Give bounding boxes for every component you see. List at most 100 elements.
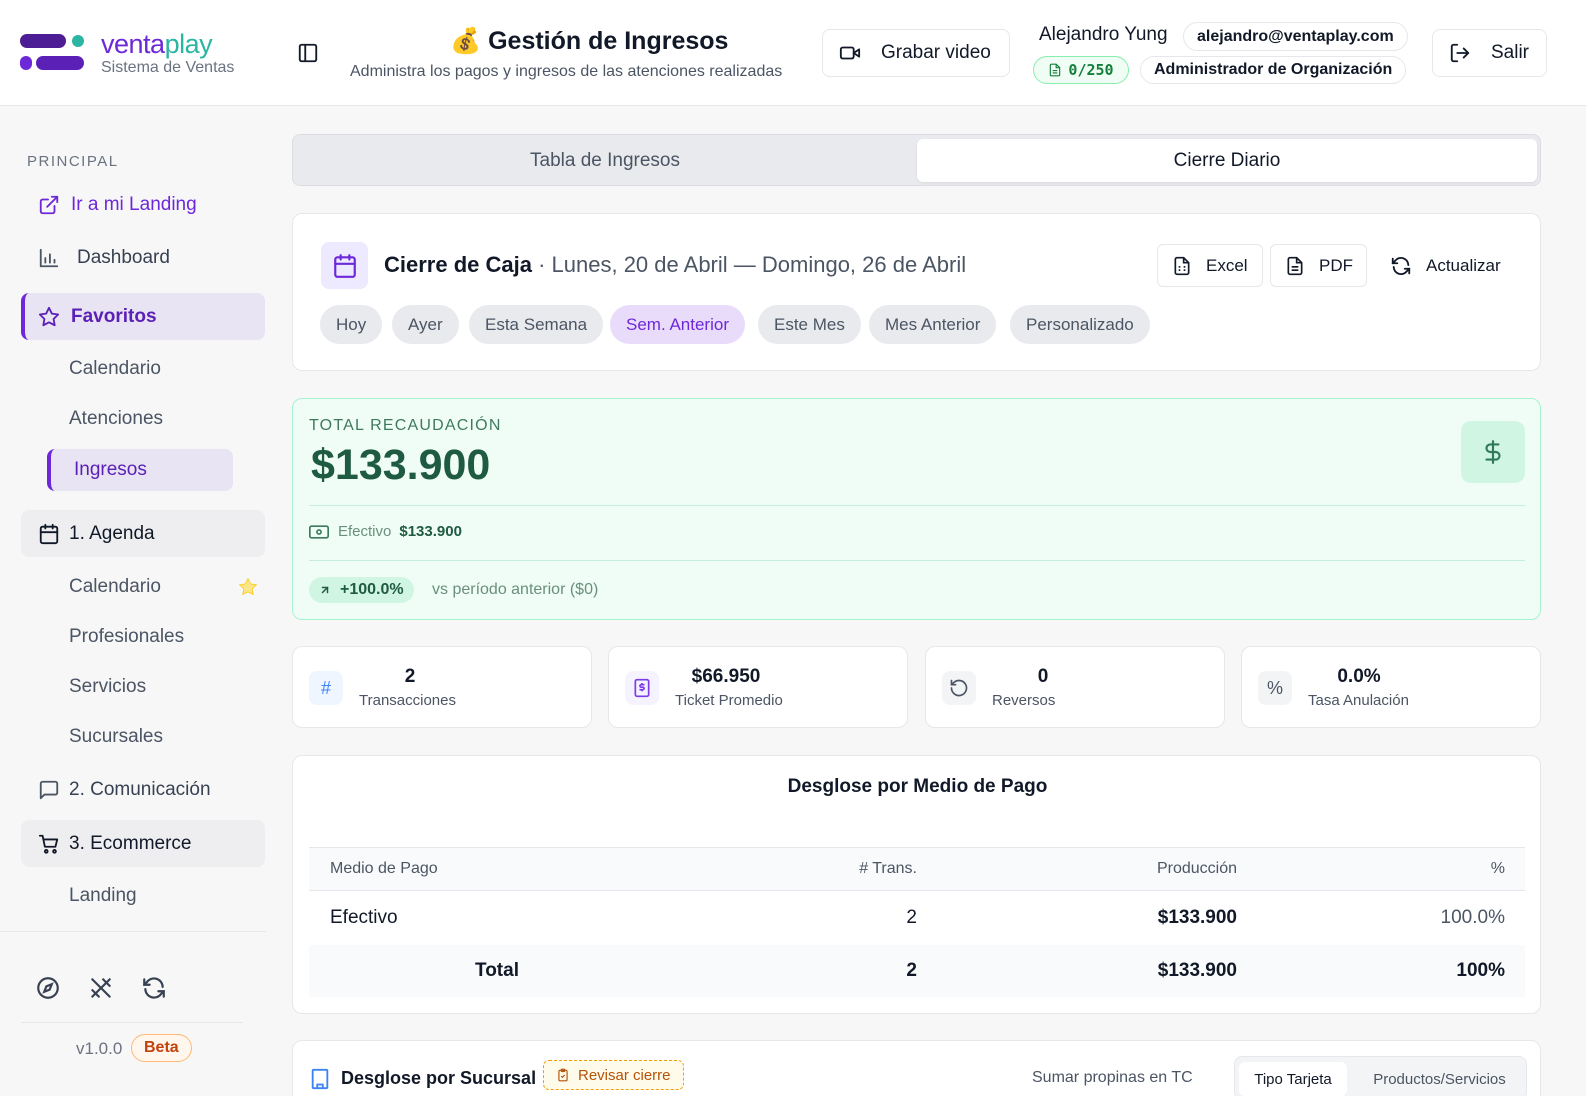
undo-icon: [942, 671, 976, 705]
refresh-icon[interactable]: [141, 975, 167, 1001]
quota-badge: 0/250: [1033, 56, 1129, 84]
payment-table: Medio de Pago # Trans. Producción % Efec…: [309, 847, 1525, 997]
sidebar-toggle-icon[interactable]: [297, 42, 319, 64]
sidebar-item-ecommerce[interactable]: 3. Ecommerce: [21, 820, 265, 867]
cash-label: Efectivo: [338, 523, 392, 540]
filter-esta-semana[interactable]: Esta Semana: [469, 305, 604, 344]
calendar-icon: [37, 522, 61, 546]
stat-ticket-promedio: $66.950 Ticket Promedio: [608, 646, 908, 728]
filter-ayer[interactable]: Ayer: [392, 305, 459, 344]
percent-icon: %: [1258, 671, 1292, 705]
stat-reversos: 0 Reversos: [925, 646, 1225, 728]
agenda-item-profesionales[interactable]: Profesionales: [69, 626, 184, 648]
sidebar-divider: [21, 1022, 243, 1023]
payment-breakdown-card: Desglose por Medio de Pago Medio de Pago…: [292, 755, 1541, 1014]
excel-button[interactable]: Excel: [1157, 244, 1263, 287]
sidebar-item-dashboard[interactable]: Dashboard: [21, 238, 265, 278]
filter-este-mes[interactable]: Este Mes: [758, 305, 861, 344]
page-subtitle: Administra los pagos y ingresos de las a…: [350, 63, 783, 80]
agenda-item-sucursales[interactable]: Sucursales: [69, 726, 163, 748]
hash-icon: #: [309, 671, 343, 705]
star-filled-icon[interactable]: [238, 577, 258, 597]
receipt-icon: [625, 671, 659, 705]
stat-tasa-anulacion: % 0.0% Tasa Anulación: [1241, 646, 1541, 728]
agenda-item-calendario[interactable]: Calendario: [69, 576, 161, 598]
message-icon: [37, 778, 61, 802]
fav-item-ingresos[interactable]: Ingresos: [47, 449, 233, 491]
col-medio: Medio de Pago: [330, 860, 438, 877]
role-badge: Administrador de Organización: [1140, 56, 1407, 84]
sidebar-item-label: 2. Comunicación: [69, 779, 211, 800]
money-bag-icon: 💰: [450, 27, 482, 55]
refresh-icon: [1390, 255, 1412, 277]
cash-breakdown: Efectivo $133.900: [309, 523, 462, 540]
compass-icon[interactable]: [35, 975, 61, 1001]
fav-item-calendario[interactable]: Calendario: [69, 358, 161, 380]
breakdown-segment-control: Tipo Tarjeta Productos/Servicios: [1234, 1056, 1527, 1096]
sidebar: ventaplay Sistema de Ventas PRINCIPAL Ir…: [0, 0, 266, 1096]
total-value: $133.900: [311, 441, 491, 489]
tools-icon[interactable]: [88, 975, 114, 1001]
refresh-button[interactable]: Actualizar: [1375, 244, 1515, 287]
logo-icon: [20, 34, 84, 70]
table-row: Efectivo 2 $133.900 100.0%: [330, 907, 1505, 928]
document-icon: [1048, 63, 1062, 77]
brand-subtitle: Sistema de Ventas: [101, 59, 235, 76]
sum-tips-toggle-label[interactable]: Sumar propinas en TC: [1032, 1069, 1193, 1087]
sidebar-item-landing[interactable]: Ir a mi Landing: [21, 185, 265, 225]
total-recaudacion-card: TOTAL RECAUDACIÓN $133.900 Efectivo $133…: [292, 398, 1541, 620]
sidebar-item-label: Favoritos: [71, 305, 157, 327]
version-label: v1.0.0: [76, 1039, 123, 1058]
filter-personalizado[interactable]: Personalizado: [1010, 305, 1150, 344]
filter-sem-anterior[interactable]: Sem. Anterior: [610, 305, 745, 344]
brand: ventaplay Sistema de Ventas: [0, 0, 266, 106]
user-email-badge: alejandro@ventaplay.com: [1183, 22, 1408, 51]
table-total-row: Total 2 $133.900 100%: [309, 945, 1525, 997]
logout-button[interactable]: Salir: [1432, 29, 1547, 77]
clipboard-icon: [556, 1068, 570, 1082]
cierre-card: Cierre de Caja · Lunes, 20 de Abril — Do…: [292, 213, 1541, 371]
sidebar-item-comunicacion[interactable]: 2. Comunicación: [21, 770, 265, 810]
sidebar-divider: [0, 931, 266, 932]
filter-hoy[interactable]: Hoy: [320, 305, 383, 344]
divider: [309, 560, 1525, 561]
user-name: Alejandro Yung: [1039, 24, 1168, 45]
change-badge: +100.0%: [309, 577, 414, 603]
page-title: 💰 Gestión de Ingresos: [450, 27, 729, 55]
cierre-title: Cierre de Caja · Lunes, 20 de Abril — Do…: [384, 252, 967, 277]
sidebar-item-label: 3. Ecommerce: [69, 832, 192, 854]
tab-tabla-ingresos[interactable]: Tabla de Ingresos: [297, 139, 913, 182]
brand-name: ventaplay: [101, 29, 213, 59]
section-label-principal: PRINCIPAL: [27, 153, 119, 170]
video-camera-icon: [839, 42, 861, 64]
arrow-up-right-icon: [319, 584, 331, 596]
review-closing-button[interactable]: Revisar cierre: [543, 1060, 684, 1090]
pdf-button[interactable]: PDF: [1270, 244, 1367, 287]
record-video-button[interactable]: Grabar video: [822, 29, 1010, 77]
filter-mes-anterior[interactable]: Mes Anterior: [869, 305, 997, 344]
spreadsheet-icon: [1172, 256, 1192, 276]
ecommerce-item-landing[interactable]: Landing: [69, 885, 137, 907]
segment-tipo-tarjeta[interactable]: Tipo Tarjeta: [1239, 1062, 1347, 1096]
comparison-text: vs período anterior ($0): [432, 581, 599, 598]
total-label: TOTAL RECAUDACIÓN: [309, 417, 502, 434]
view-tabs: Tabla de Ingresos Cierre Diario: [292, 134, 1541, 186]
cart-icon: [37, 832, 61, 856]
calendar-icon: [321, 242, 368, 289]
segment-productos-servicios[interactable]: Productos/Servicios: [1357, 1062, 1522, 1096]
branch-breakdown-title: Desglose por Sucursal: [341, 1068, 537, 1088]
bar-chart-icon: [37, 246, 61, 270]
cash-value: $133.900: [399, 523, 462, 540]
sidebar-item-favoritos[interactable]: Favoritos: [21, 293, 265, 340]
breakdown-title: Desglose por Medio de Pago: [787, 776, 1048, 797]
date-range: Lunes, 20 de Abril — Domingo, 26 de Abri…: [551, 252, 967, 277]
star-outline-icon: [37, 305, 61, 329]
tab-cierre-diario[interactable]: Cierre Diario: [917, 139, 1537, 182]
sidebar-item-agenda[interactable]: 1. Agenda: [21, 510, 265, 557]
building-icon: [311, 1068, 329, 1090]
col-produccion: Producción: [1156, 860, 1237, 877]
sidebar-item-label: Ir a mi Landing: [71, 194, 197, 215]
external-link-icon: [37, 193, 61, 217]
agenda-item-servicios[interactable]: Servicios: [69, 676, 146, 698]
fav-item-atenciones[interactable]: Atenciones: [69, 408, 163, 430]
